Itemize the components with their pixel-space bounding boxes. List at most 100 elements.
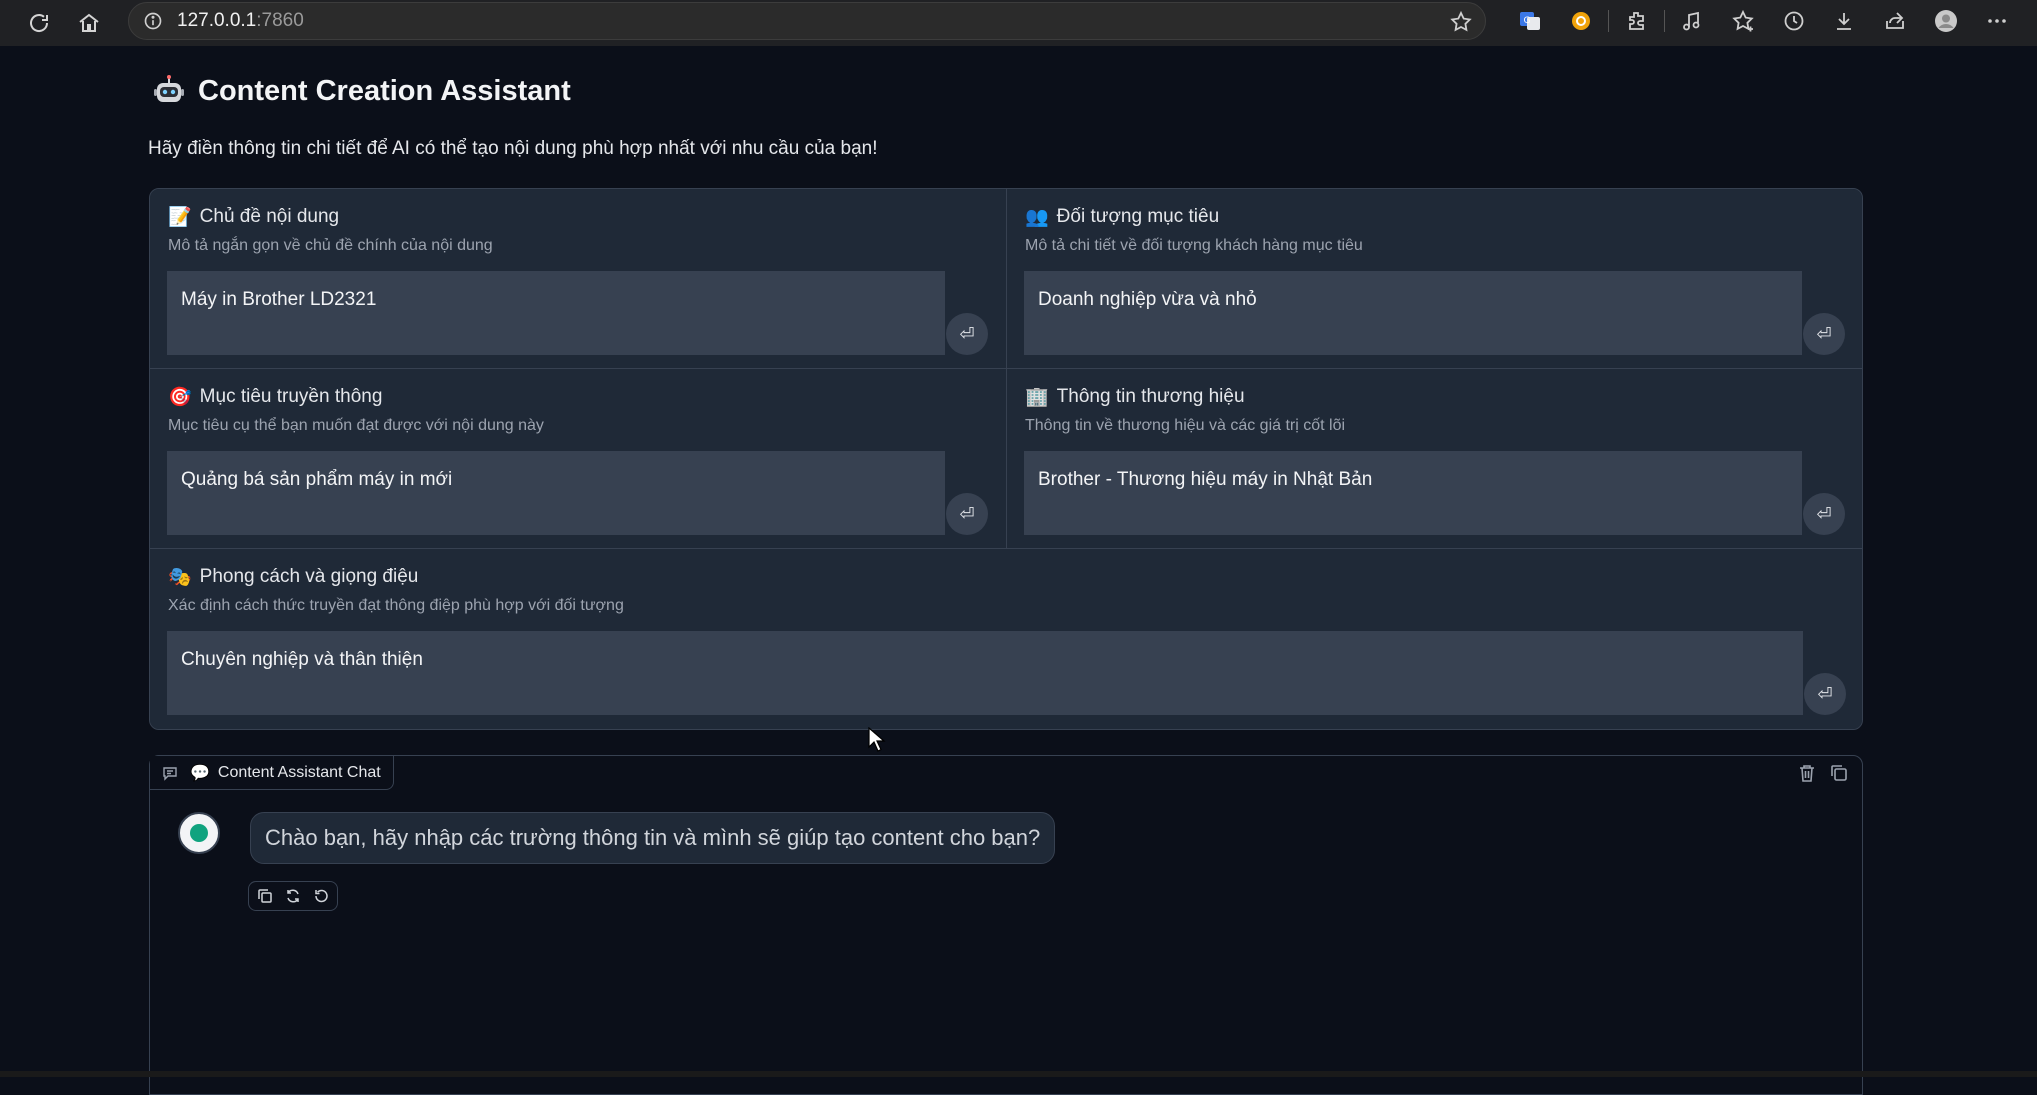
page-title: Content Creation Assistant (198, 74, 571, 107)
memo-icon: 📝 (168, 207, 192, 228)
translate-button[interactable]: G (1505, 4, 1556, 38)
extensions-icon (1628, 12, 1644, 30)
audience-input[interactable] (1024, 271, 1802, 355)
chatbot-label: 💬 Content Assistant Chat (150, 756, 394, 790)
bot-message: Chào bạn, hãy nhập các trường thông tin … (250, 812, 1056, 864)
media-button[interactable] (1667, 4, 1718, 38)
audience-label: 👥 Đối tượng mục tiêu (1025, 205, 1219, 229)
title-row: Content Creation Assistant (152, 74, 571, 108)
more-button[interactable] (1971, 4, 2022, 38)
topic-label: 📝 Chủ đề nội dung (168, 205, 339, 229)
site-info-icon[interactable] (143, 11, 163, 31)
chatbot-panel: 💬 Content Assistant Chat Chào bạn, hãy n… (149, 755, 1863, 1095)
enter-icon: ⏎ (1817, 683, 1833, 704)
tone-field: 🎭 Phong cách và giọng điệu Xác định cách… (150, 549, 1862, 729)
page-subtitle: Hãy điền thông tin chi tiết để AI có thể… (148, 138, 878, 159)
goal-label: 🎯 Mục tiêu truyền thông (168, 385, 382, 409)
tone-label: 🎭 Phong cách và giọng điệu (168, 565, 418, 589)
tone-label-text: Phong cách và giọng điệu (199, 566, 419, 587)
audience-field: 👥 Đối tượng mục tiêu Mô tả chi tiết về đ… (1007, 189, 1862, 368)
goal-input[interactable] (167, 451, 945, 535)
toolbar-separator (1664, 10, 1666, 32)
bookmark-star-icon[interactable] (1449, 10, 1473, 34)
enter-icon: ⏎ (1816, 503, 1832, 524)
topic-input[interactable] (167, 271, 945, 355)
audience-label-text: Đối tượng mục tiêu (1056, 206, 1220, 227)
undo-icon (315, 889, 328, 903)
downloads-button[interactable] (1819, 4, 1870, 38)
mouse-cursor-icon (868, 727, 886, 752)
topic-info: Mô tả ngắn gọn về chủ đề chính của nội d… (168, 237, 493, 254)
browser-toolbar: 127.0.0.1:7860 G (0, 0, 2037, 46)
favorites-icon (1732, 9, 1754, 32)
share-button[interactable] (1870, 4, 1921, 38)
audience-submit-button[interactable]: ⏎ (1803, 313, 1845, 355)
coin-extension-button[interactable] (1556, 4, 1607, 38)
retry-icon (287, 889, 299, 903)
share-icon (1886, 12, 1905, 29)
chat-actions (1796, 762, 1850, 784)
brand-info: Thông tin về thương hiệu và các giá trị … (1025, 417, 1346, 434)
chat-bubble-icon (163, 766, 177, 781)
people-icon: 👥 (1025, 207, 1049, 228)
history-button[interactable] (1768, 4, 1819, 38)
media-icon (1683, 11, 1700, 31)
trash-icon[interactable] (1796, 762, 1818, 784)
enter-icon: ⏎ (959, 323, 975, 344)
goal-info: Mục tiêu cụ thể bạn muốn đạt được với nộ… (168, 417, 544, 434)
url-port: :7860 (256, 10, 304, 31)
profile-button[interactable] (1921, 4, 1972, 38)
enter-icon: ⏎ (1816, 323, 1832, 344)
building-icon: 🏢 (1025, 387, 1049, 408)
tone-submit-button[interactable]: ⏎ (1804, 673, 1846, 715)
copy-all-icon[interactable] (1828, 762, 1850, 784)
brand-label: 🏢 Thông tin thương hiệu (1025, 385, 1245, 409)
goal-submit-button[interactable]: ⏎ (946, 493, 988, 535)
brand-label-text: Thông tin thương hiệu (1056, 386, 1245, 407)
enter-icon: ⏎ (959, 503, 975, 524)
theater-icon: 🎭 (168, 567, 192, 588)
profile-icon (1934, 10, 1957, 32)
home-button[interactable] (72, 6, 106, 40)
topic-field: 📝 Chủ đề nội dung Mô tả ngắn gọn về chủ … (150, 189, 1006, 368)
extensions-button[interactable] (1611, 4, 1662, 38)
url-text: 127.0.0.1:7860 (177, 10, 304, 32)
home-icon (79, 13, 99, 32)
tone-input[interactable] (167, 631, 1803, 715)
input-form-card: 📝 Chủ đề nội dung Mô tả ngắn gọn về chủ … (149, 188, 1863, 730)
audience-info: Mô tả chi tiết về đối tượng khách hàng m… (1025, 237, 1363, 254)
copy-icon (258, 889, 272, 903)
reload-button[interactable] (22, 6, 56, 40)
target-icon: 🎯 (168, 387, 192, 408)
topic-label-text: Chủ đề nội dung (199, 206, 340, 227)
address-bar[interactable]: 127.0.0.1:7860 (128, 2, 1486, 40)
downloads-icon (1837, 13, 1852, 30)
retry-button[interactable] (281, 885, 305, 907)
coin-extension-icon (1572, 12, 1591, 30)
history-icon (1784, 11, 1804, 31)
brand-field: 🏢 Thông tin thương hiệu Thông tin về thư… (1007, 369, 1862, 548)
bot-avatar (178, 812, 220, 854)
url-host: 127.0.0.1 (177, 10, 257, 31)
brand-input[interactable] (1024, 451, 1802, 535)
column-divider (1006, 189, 1007, 548)
undo-button[interactable] (309, 885, 333, 907)
message-actions (248, 881, 338, 911)
extensions-toolbar: G (1505, 4, 2022, 38)
favorites-button[interactable] (1718, 4, 1769, 38)
copy-message-button[interactable] (253, 885, 277, 907)
more-icon (1987, 19, 2006, 23)
toolbar-separator (1608, 10, 1610, 32)
tone-info: Xác định cách thức truyền đạt thông điệp… (168, 597, 624, 614)
topic-submit-button[interactable]: ⏎ (946, 313, 988, 355)
robot-icon (154, 75, 184, 102)
speech-balloon-icon: 💬 (190, 764, 210, 782)
translate-icon: G (1520, 12, 1541, 30)
svg-text:G: G (1524, 16, 1531, 26)
goal-label-text: Mục tiêu truyền thông (199, 386, 383, 407)
chatbot-label-text: Content Assistant Chat (217, 763, 381, 781)
goal-field: 🎯 Mục tiêu truyền thông Mục tiêu cụ thể … (150, 369, 1006, 548)
brand-submit-button[interactable]: ⏎ (1803, 493, 1845, 535)
reload-icon (30, 14, 49, 32)
window-bottom-edge (0, 1071, 2037, 1077)
